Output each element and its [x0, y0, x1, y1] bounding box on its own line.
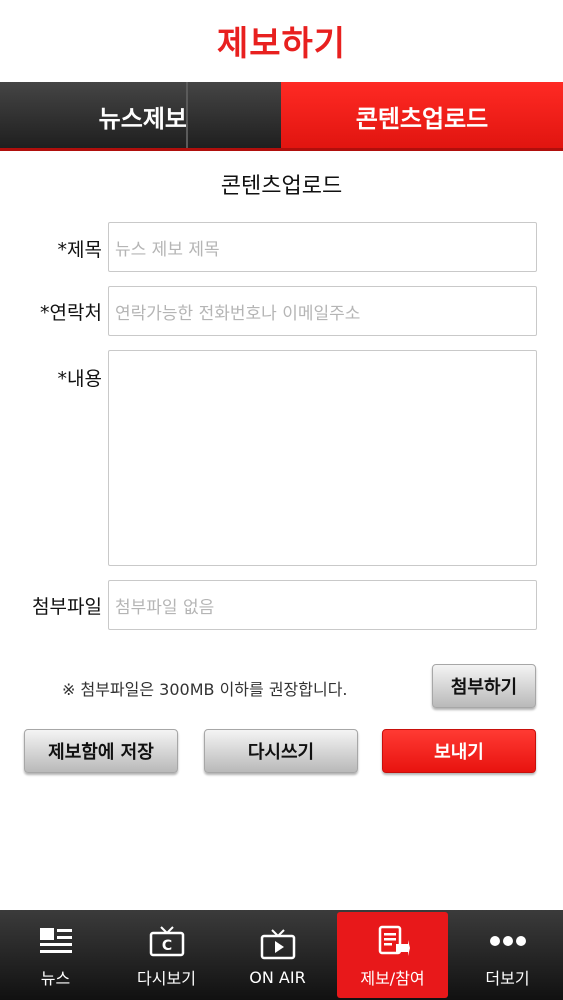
title-label: *제목: [57, 239, 102, 261]
tab-news-report[interactable]: 뉴스제보: [0, 82, 281, 150]
content-textarea[interactable]: [108, 350, 537, 566]
more-dots-icon: [488, 921, 528, 961]
attach-label: 첨부파일: [32, 596, 102, 618]
content-label: *내용: [57, 368, 102, 390]
nav-item-news[interactable]: 뉴스: [0, 910, 111, 1000]
nav-label-news: 뉴스: [40, 969, 71, 988]
save-button-label: 제보함에 저장: [48, 742, 154, 763]
nav-label-on-air: ON AIR: [249, 967, 306, 987]
bottom-navigation: 뉴스 C 다시보기 ON AIR 제보/참여 더보기: [0, 910, 563, 1000]
contact-label: *연락처: [40, 302, 102, 324]
nav-item-report[interactable]: 제보/참여: [337, 912, 448, 998]
nav-label-more: 더보기: [485, 969, 530, 988]
save-to-drafts-button[interactable]: 제보함에 저장: [24, 729, 178, 773]
attach-placeholder: 첨부파일 없음: [115, 597, 215, 618]
contact-placeholder: 연락가능한 전화번호나 이메일주소: [115, 303, 361, 324]
nav-item-more[interactable]: 더보기: [452, 910, 563, 1000]
rewrite-button[interactable]: 다시쓰기: [204, 729, 358, 773]
nav-item-replay[interactable]: C 다시보기: [111, 910, 222, 1000]
nav-item-on-air[interactable]: ON AIR: [222, 910, 333, 1000]
section-title: 콘텐츠업로드: [220, 174, 343, 199]
rewrite-button-label: 다시쓰기: [247, 742, 315, 763]
svg-text:C: C: [161, 938, 171, 954]
nav-label-replay: 다시보기: [137, 969, 196, 988]
page-title: 제보하기: [216, 23, 347, 64]
news-list-icon: [36, 921, 76, 961]
title-input[interactable]: 뉴스 제보 제목: [108, 222, 537, 272]
tab-content-upload[interactable]: 콘텐츠업로드: [281, 82, 563, 150]
attach-button-label: 첨부하기: [450, 677, 518, 698]
live-tv-icon: [258, 924, 298, 964]
tab-bar: 뉴스제보 콘텐츠업로드: [0, 82, 563, 150]
send-button-label: 보내기: [434, 742, 484, 763]
send-button[interactable]: 보내기: [382, 729, 536, 773]
app-header: 제보하기: [0, 0, 563, 82]
attach-file-field[interactable]: 첨부파일 없음: [108, 580, 537, 630]
tab-content-upload-label: 콘텐츠업로드: [355, 104, 489, 133]
contact-input[interactable]: 연락가능한 전화번호나 이메일주소: [108, 286, 537, 336]
tab-news-report-label: 뉴스제보: [98, 104, 187, 133]
report-edit-icon: [373, 921, 413, 961]
attach-size-note: ※ 첨부파일은 300MB 이하를 권장합니다.: [62, 680, 348, 699]
nav-label-report: 제보/참여: [360, 969, 425, 988]
replay-tv-icon: C: [147, 921, 187, 961]
attach-button[interactable]: 첨부하기: [432, 664, 536, 708]
title-placeholder: 뉴스 제보 제목: [115, 239, 220, 260]
tab-underline: [0, 148, 563, 151]
